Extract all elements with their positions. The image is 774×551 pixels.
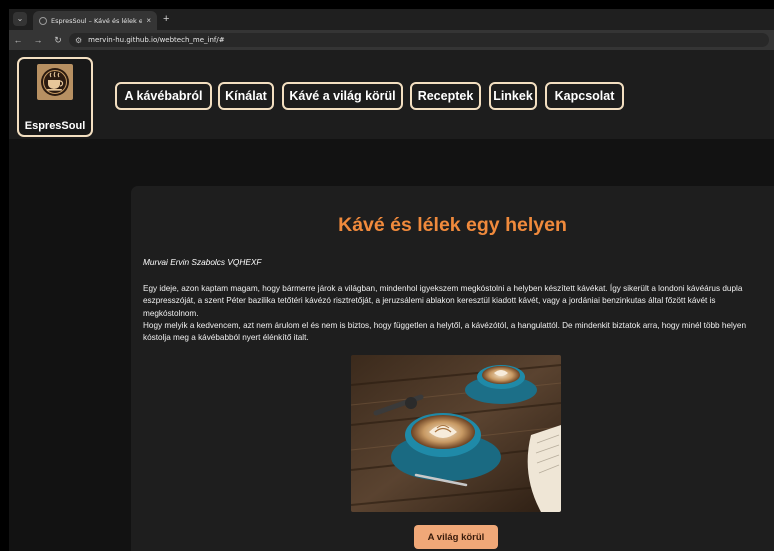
tab-search-icon[interactable]: ⌄	[13, 12, 27, 26]
nav-kapcsolat[interactable]: Kapcsolat	[545, 82, 624, 110]
page-title: Kávé és lélek egy helyen	[338, 214, 567, 236]
site-settings-icon[interactable]: ⚙	[75, 36, 82, 45]
logo-link[interactable]: EspresSoul	[17, 57, 93, 137]
site-header: EspresSoul A kávébabról Kínálat Kávé a v…	[9, 50, 774, 139]
browser-toolbar: ← → ↻ ⚙ mervin-hu.github.io/webtech_me_i…	[9, 30, 774, 50]
logo-name: EspresSoul	[24, 120, 86, 132]
tab-strip: ⌄ EspresSoul – Kávé és lélek egy h × +	[9, 9, 774, 30]
nav-a-kavebabrol[interactable]: A kávébabról	[115, 82, 212, 110]
favicon-icon	[39, 16, 47, 25]
author-name: Murvai Ervin Szabolcs VQHEXF	[143, 257, 262, 267]
web-page: EspresSoul A kávébabról Kínálat Kávé a v…	[9, 50, 774, 551]
intro-paragraph: Egy ideje, azon kaptam magam, hogy bárme…	[143, 284, 743, 318]
address-bar[interactable]: ⚙ mervin-hu.github.io/webtech_me_inf/#	[69, 33, 769, 47]
reload-icon[interactable]: ↻	[53, 35, 63, 46]
plus-icon[interactable]: +	[163, 12, 169, 26]
browser-tab[interactable]: EspresSoul – Kávé és lélek egy h ×	[33, 11, 157, 30]
forward-arrow-icon[interactable]: →	[33, 35, 43, 45]
browser-chrome: ⌄ EspresSoul – Kávé és lélek egy h × + ←…	[9, 9, 774, 50]
url-text: mervin-hu.github.io/webtech_me_inf/#	[88, 36, 225, 44]
close-icon[interactable]: ×	[146, 16, 151, 25]
favorite-paragraph: Hogy melyik a kedvencem, azt nem árulom …	[143, 321, 747, 343]
world-tour-button[interactable]: A világ körül	[414, 525, 498, 549]
tab-title: EspresSoul – Kávé és lélek egy h	[51, 16, 143, 25]
nav-kave-a-vilag-korul[interactable]: Kávé a világ körül	[282, 82, 403, 110]
back-arrow-icon[interactable]: ←	[13, 35, 23, 45]
nav-kinalat[interactable]: Kínálat	[218, 82, 274, 110]
coffee-cup-logo-icon	[37, 64, 73, 100]
nav-linkek[interactable]: Linkek	[489, 82, 537, 110]
nav-receptek[interactable]: Receptek	[410, 82, 481, 110]
main-content: Kávé és lélek egy helyen Murvai Ervin Sz…	[131, 186, 774, 551]
coffee-photo	[351, 355, 561, 512]
